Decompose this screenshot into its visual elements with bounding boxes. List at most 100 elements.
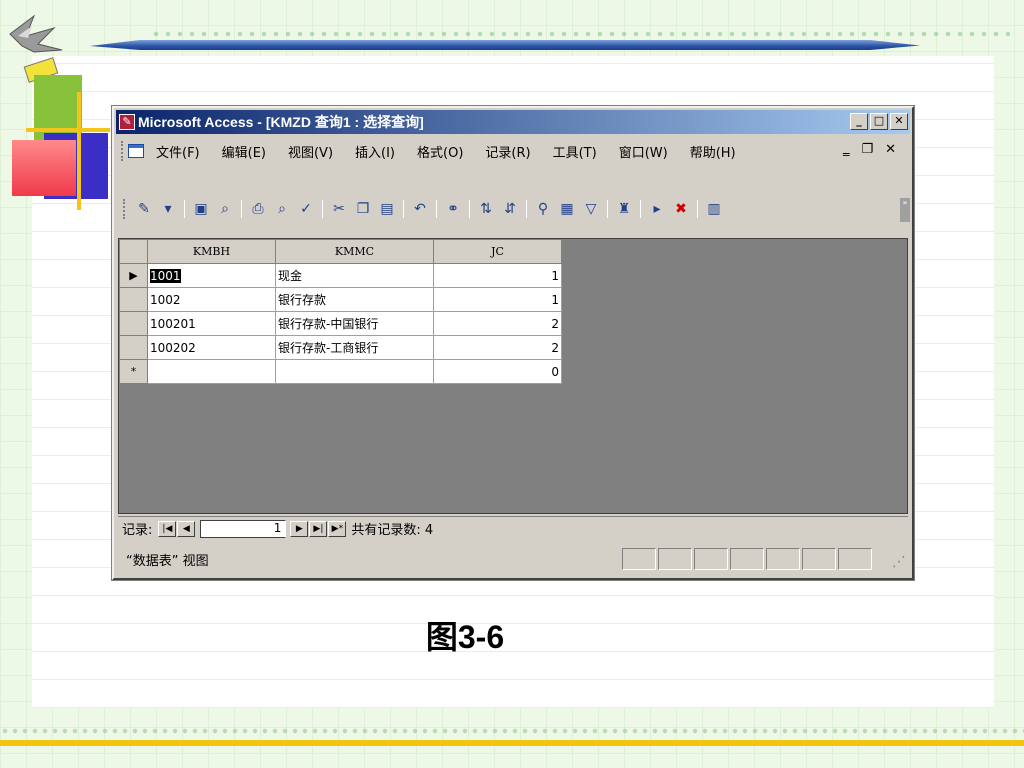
toolbar-overflow-chevron-icon[interactable]: » (900, 198, 910, 222)
datasheet-grid: KMBH KMMC JC ▶ 1001 现金 1 1002 银行存款 1 100… (119, 239, 562, 384)
doc-minimize-icon[interactable]: ‗ (843, 142, 860, 157)
view-design-icon[interactable]: ✎ (134, 200, 154, 218)
column-header-jc[interactable]: JC (433, 239, 562, 264)
cell-kmmc[interactable]: 银行存款-中国银行 (275, 311, 434, 336)
record-selector-current[interactable]: ▶ (119, 263, 148, 288)
cell-kmmc[interactable] (275, 359, 434, 384)
toolbar: ✎ ▾ ▣ ⌕ ⎙ ⌕ ✓ ✂ ❐ ▤ ↶ ⚭ ⇅ ⇵ ⚲ ▦ ▽ ♜ ▸ ✖ … (118, 192, 910, 226)
next-record-button[interactable]: ▶ (290, 520, 309, 537)
document-window-icon[interactable] (128, 144, 144, 158)
access-icon[interactable]: ✎ (119, 114, 135, 130)
cell-kmbh[interactable]: 1001 (147, 263, 276, 288)
menu-records[interactable]: 记录(R) (485, 142, 530, 161)
cell-kmbh[interactable]: 100202 (147, 335, 276, 360)
print-preview-icon[interactable]: ⌕ (272, 200, 292, 218)
cell-kmmc[interactable]: 银行存款 (275, 287, 434, 312)
cell-jc[interactable]: 1 (433, 263, 562, 288)
title-bar[interactable]: ✎ Microsoft Access - [KMZD 查询1 : 选择查询] _… (116, 110, 910, 134)
record-selector[interactable] (119, 311, 148, 336)
doc-close-icon[interactable]: ✕ (885, 142, 906, 157)
save-icon[interactable]: ▣ (191, 200, 211, 218)
column-header-kmmc[interactable]: KMMC (275, 239, 434, 264)
toolbar-separator (526, 200, 527, 218)
cell-kmmc[interactable]: 现金 (275, 263, 434, 288)
last-record-button[interactable]: ▶| (309, 520, 328, 537)
status-text: “数据表” 视图 (126, 553, 209, 569)
table-row[interactable]: ▶ 1001 现金 1 (119, 263, 562, 288)
delete-record-icon[interactable]: ✖ (671, 200, 691, 218)
record-count: 共有记录数: 4 (351, 523, 434, 538)
find-icon[interactable]: ♜ (614, 200, 634, 218)
decorative-dots (150, 28, 1010, 42)
resize-grip-icon[interactable]: ⋰ (892, 554, 906, 570)
paste-icon[interactable]: ▤ (377, 200, 397, 218)
new-record-row[interactable]: * 0 (119, 359, 562, 384)
status-panes (622, 548, 872, 570)
nav-label: 记录: (122, 523, 153, 538)
cell-kmmc[interactable]: 银行存款-工商银行 (275, 335, 434, 360)
toolbar-separator (469, 200, 470, 218)
menu-tools[interactable]: 工具(T) (553, 142, 597, 161)
record-selector[interactable] (119, 335, 148, 360)
minimize-button[interactable]: _ (850, 113, 868, 130)
record-navigator: 记录: |◀ ◀ 1 ▶ ▶| ▶* 共有记录数: 4 (118, 516, 908, 540)
new-record-nav-button[interactable]: ▶* (328, 520, 347, 537)
cell-jc[interactable]: 1 (433, 287, 562, 312)
menu-format[interactable]: 格式(O) (417, 142, 463, 161)
copy-icon[interactable]: ❐ (353, 200, 373, 218)
first-record-button[interactable]: |◀ (158, 520, 177, 537)
database-window-icon[interactable]: ▥ (704, 200, 724, 218)
header-row: KMBH KMMC JC (119, 239, 562, 264)
bird-logo-icon (9, 14, 63, 83)
cell-kmbh[interactable]: 1002 (147, 287, 276, 312)
decorative-bottom-dots (0, 726, 1024, 736)
print-icon[interactable]: ⎙ (248, 200, 268, 218)
cell-kmbh[interactable]: 100201 (147, 311, 276, 336)
cell-jc[interactable]: 2 (433, 311, 562, 336)
window-controls: _ □ ✕ (850, 113, 908, 130)
toolbar-separator (640, 200, 641, 218)
sort-descending-icon[interactable]: ⇵ (500, 200, 520, 218)
select-all-corner[interactable] (119, 239, 148, 264)
status-pane (802, 548, 836, 570)
menu-view[interactable]: 视图(V) (288, 142, 333, 161)
sort-ascending-icon[interactable]: ⇅ (476, 200, 496, 218)
maximize-button[interactable]: □ (870, 113, 888, 130)
table-row[interactable]: 100201 银行存款-中国银行 2 (119, 311, 562, 336)
datasheet: KMBH KMMC JC ▶ 1001 现金 1 1002 银行存款 1 100… (118, 238, 908, 514)
menu-file[interactable]: 文件(F) (156, 142, 200, 161)
current-record-field[interactable]: 1 (200, 519, 287, 538)
spelling-icon[interactable]: ✓ (296, 200, 316, 218)
column-header-kmbh[interactable]: KMBH (147, 239, 276, 264)
toolbar-grip-handle[interactable] (123, 199, 127, 219)
menu-help[interactable]: 帮助(H) (690, 142, 736, 161)
previous-record-button[interactable]: ◀ (177, 520, 196, 537)
cut-icon[interactable]: ✂ (329, 200, 349, 218)
cell-kmbh[interactable] (147, 359, 276, 384)
filter-by-selection-icon[interactable]: ⚲ (533, 200, 553, 218)
filter-by-form-icon[interactable]: ▦ (557, 200, 577, 218)
doc-restore-icon[interactable]: ❐ (861, 142, 883, 157)
decorative-bottom-line (0, 740, 1024, 746)
toolbar-separator (241, 200, 242, 218)
cell-jc[interactable]: 0 (433, 359, 562, 384)
search-file-icon[interactable]: ⌕ (215, 200, 235, 218)
cell-kmbh-value[interactable]: 1001 (150, 268, 181, 283)
menu-window[interactable]: 窗口(W) (619, 142, 668, 161)
cell-jc[interactable]: 2 (433, 335, 562, 360)
new-record-selector[interactable]: * (119, 359, 148, 384)
table-row[interactable]: 1002 银行存款 1 (119, 287, 562, 312)
undo-icon[interactable]: ↶ (410, 200, 430, 218)
toolbar-separator (403, 200, 404, 218)
decorative-yellow-line-horizontal (26, 128, 110, 132)
menu-edit[interactable]: 编辑(E) (222, 142, 266, 161)
apply-filter-icon[interactable]: ▽ (581, 200, 601, 218)
hyperlink-icon[interactable]: ⚭ (443, 200, 463, 218)
close-button[interactable]: ✕ (890, 113, 908, 130)
record-selector[interactable] (119, 287, 148, 312)
dropdown-arrow-icon[interactable]: ▾ (158, 200, 178, 218)
table-row[interactable]: 100202 银行存款-工商银行 2 (119, 335, 562, 360)
new-record-icon[interactable]: ▸ (647, 200, 667, 218)
menu-grip-handle[interactable] (121, 141, 125, 161)
menu-insert[interactable]: 插入(I) (355, 142, 395, 161)
